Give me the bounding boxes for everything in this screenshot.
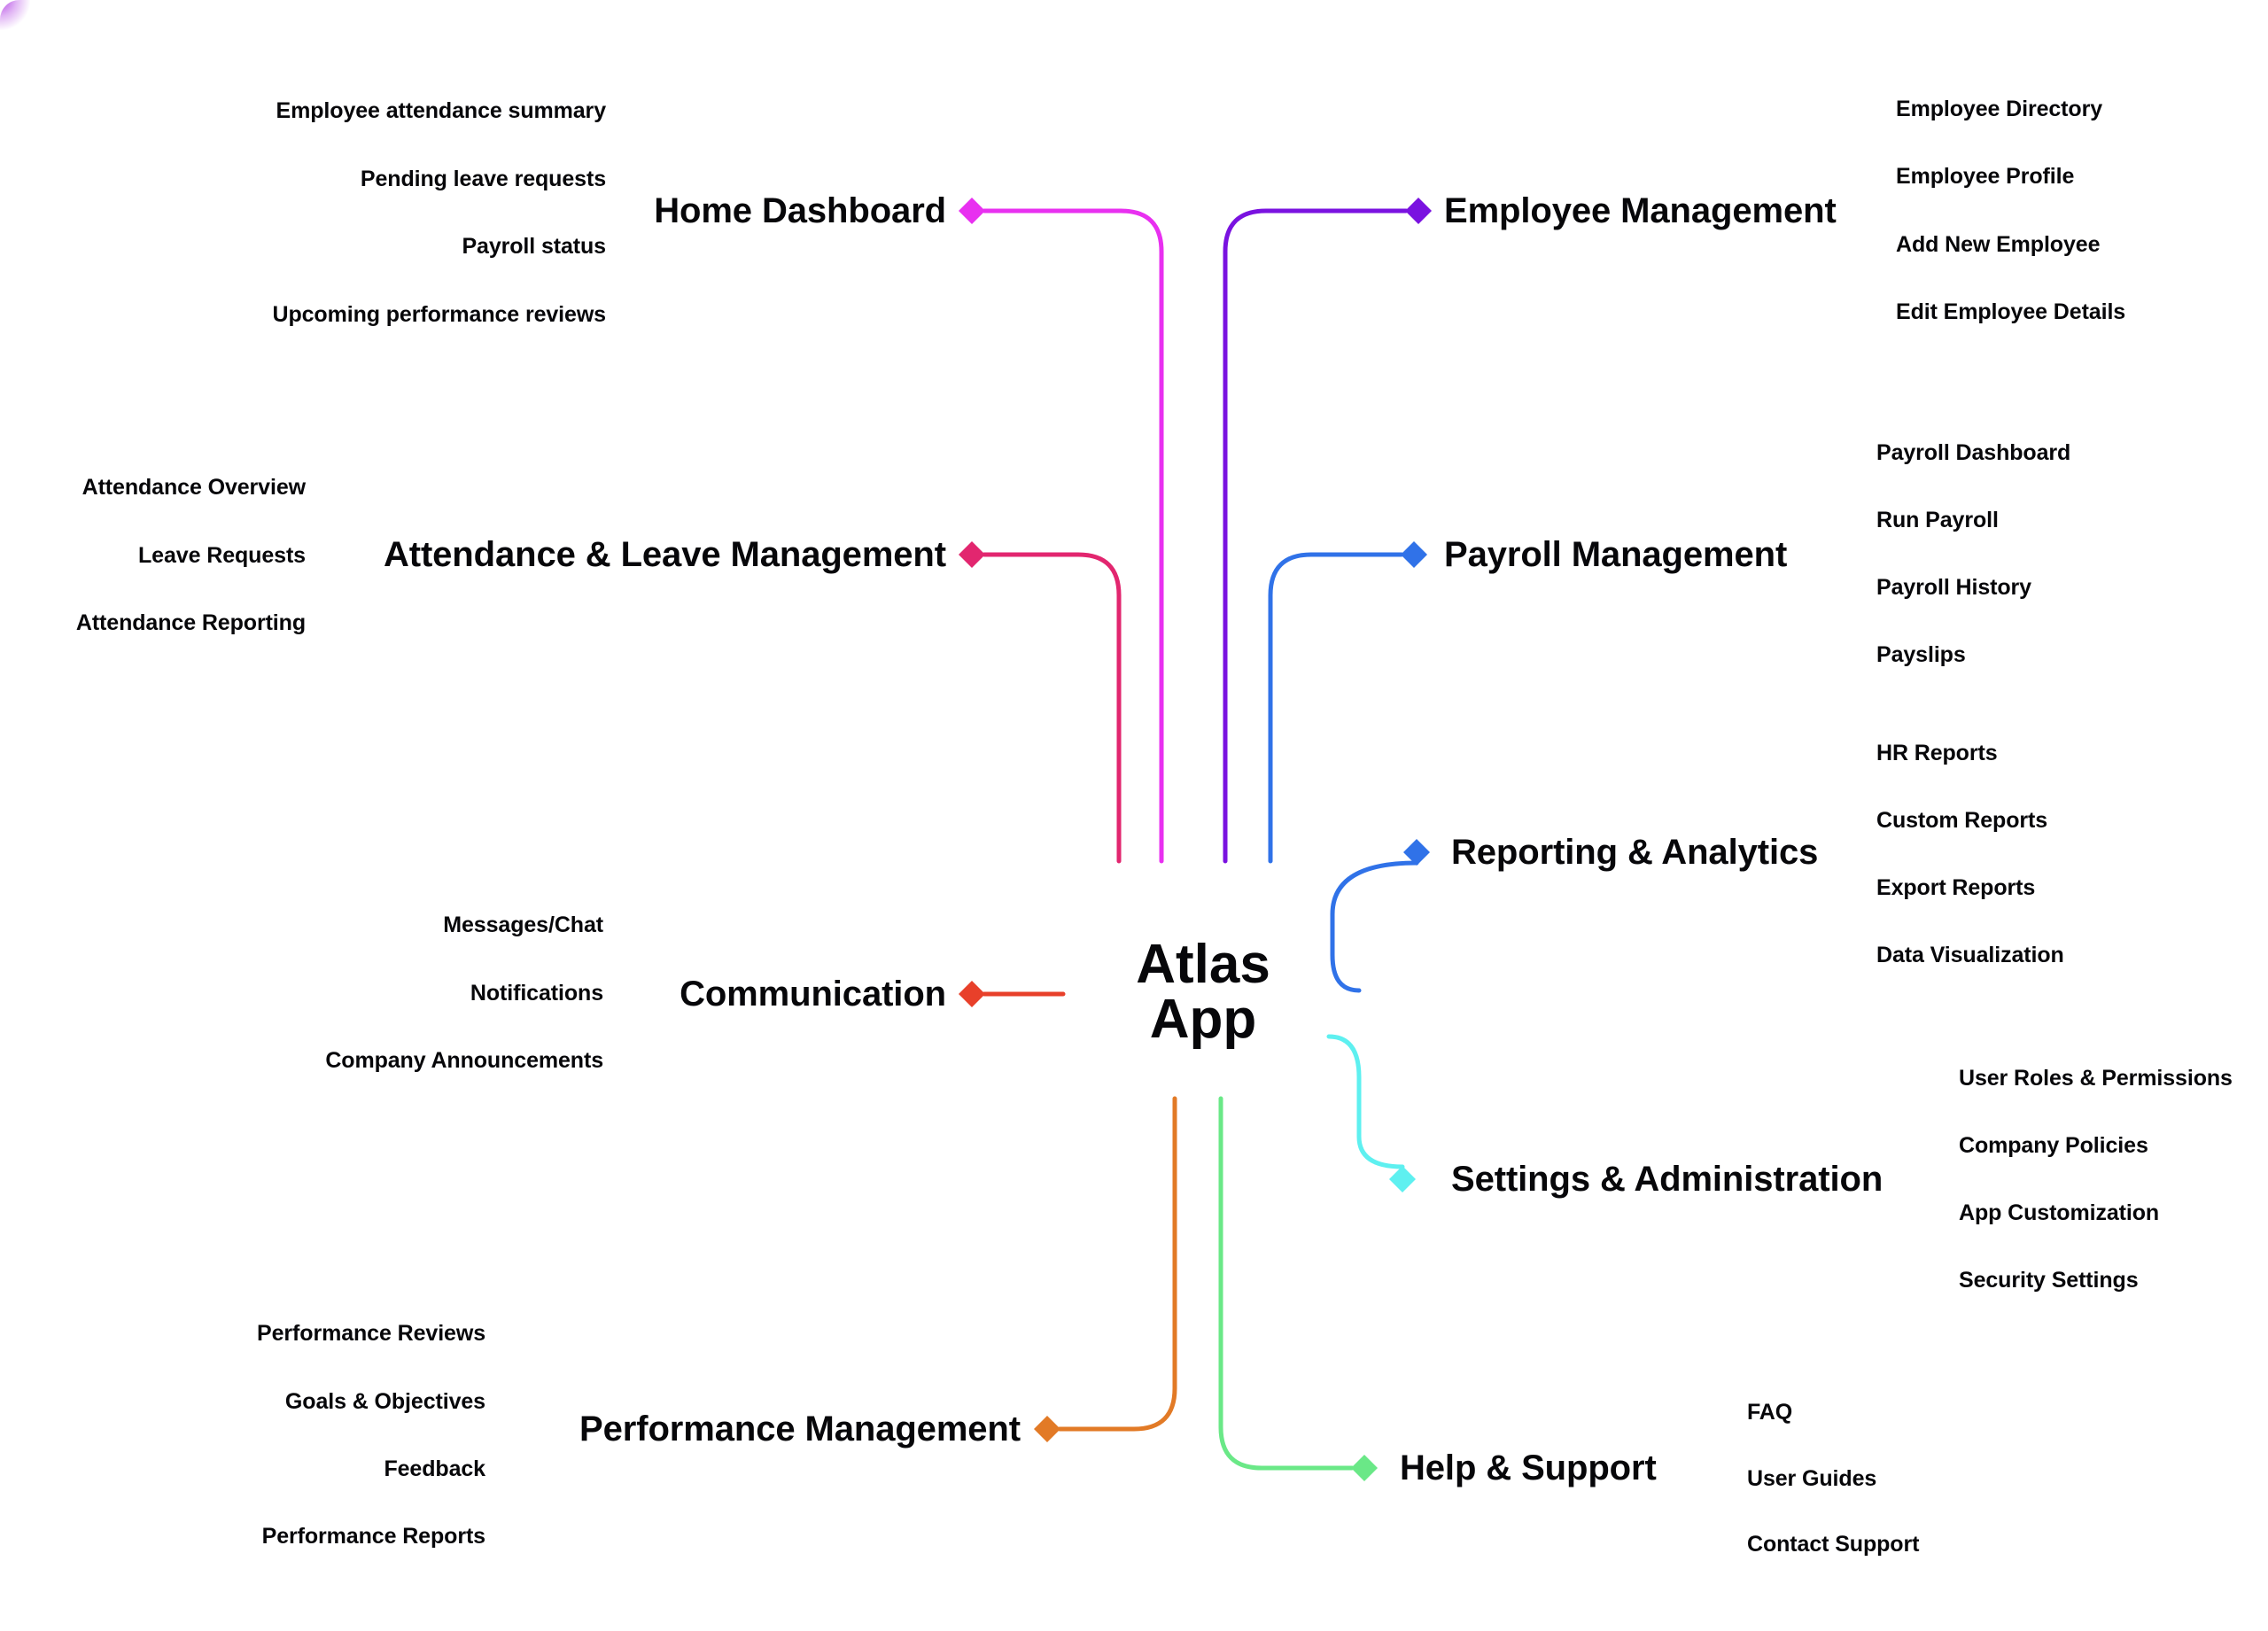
leaf-label-reporting-analytics-0[interactable]: HR Reports (1876, 742, 1998, 765)
leaf-label-home-dashboard-1[interactable]: Pending leave requests (361, 167, 606, 191)
branch-label-employee-management[interactable]: Employee Management (1444, 192, 1837, 229)
branch-marker-settings-administration[interactable] (1389, 1166, 1416, 1192)
leaf-label-reporting-analytics-2[interactable]: Export Reports (1876, 876, 2035, 900)
leaf-label-help-support-2[interactable]: Contact Support (1747, 1533, 1919, 1557)
branch-label-reporting-analytics[interactable]: Reporting & Analytics (1451, 834, 1818, 871)
branch-label-payroll-management[interactable]: Payroll Management (1444, 536, 1787, 573)
branch-label-attendance-leave-management[interactable]: Attendance & Leave Management (384, 536, 946, 573)
marker-layer (959, 198, 1432, 1481)
branch-marker-help-support[interactable] (1351, 1455, 1378, 1481)
leaf-label-payroll-management-3[interactable]: Payslips (1876, 643, 1966, 667)
connector-layer (982, 208, 1419, 1471)
connector-home-dashboard (982, 208, 1164, 864)
branch-label-help-support[interactable]: Help & Support (1400, 1449, 1657, 1487)
leaf-label-employee-management-2[interactable]: Add New Employee (1896, 233, 2101, 257)
branch-marker-attendance-leave-management[interactable] (959, 541, 985, 568)
branch-marker-payroll-management[interactable] (1401, 541, 1427, 568)
leaf-label-help-support-0[interactable]: FAQ (1747, 1401, 1792, 1425)
leaf-label-settings-administration-1[interactable]: Company Policies (1959, 1134, 2148, 1158)
branch-marker-performance-management[interactable] (1034, 1416, 1060, 1442)
leaf-label-payroll-management-0[interactable]: Payroll Dashboard (1876, 441, 2070, 465)
branch-label-communication[interactable]: Communication (680, 975, 946, 1013)
connector-employee-management (1223, 208, 1409, 864)
branch-marker-home-dashboard[interactable] (959, 198, 985, 224)
leaf-label-employee-management-1[interactable]: Employee Profile (1896, 165, 2074, 189)
root-label-line1: Atlas (1136, 934, 1270, 995)
leaf-label-payroll-management-1[interactable]: Run Payroll (1876, 509, 1999, 532)
leaf-label-performance-management-3[interactable]: Performance Reports (262, 1525, 485, 1549)
connector-payroll-management (1268, 552, 1404, 864)
connector-help-support (1218, 1096, 1355, 1471)
leaf-label-communication-1[interactable]: Notifications (470, 982, 603, 1006)
leaf-label-payroll-management-2[interactable]: Payroll History (1876, 576, 2031, 600)
root-label-line2: App (1149, 989, 1257, 1050)
leaf-label-employee-management-3[interactable]: Edit Employee Details (1896, 300, 2125, 324)
leaf-label-employee-management-0[interactable]: Employee Directory (1896, 97, 2102, 121)
leaf-label-attendance-leave-management-0[interactable]: Attendance Overview (82, 476, 306, 500)
connector-settings-administration (1326, 1034, 1405, 1169)
connector-attendance-leave-management (982, 552, 1122, 864)
leaf-label-help-support-1[interactable]: User Guides (1747, 1467, 1876, 1491)
branch-marker-communication[interactable] (959, 981, 985, 1007)
leaf-label-reporting-analytics-1[interactable]: Custom Reports (1876, 809, 2047, 833)
leaf-label-performance-management-2[interactable]: Feedback (384, 1457, 485, 1481)
leaf-label-attendance-leave-management-2[interactable]: Attendance Reporting (76, 611, 306, 635)
leaf-label-reporting-analytics-3[interactable]: Data Visualization (1876, 944, 2064, 967)
root-node[interactable]: Atlas App (1136, 937, 1270, 1047)
leaf-label-home-dashboard-3[interactable]: Upcoming performance reviews (273, 303, 607, 327)
leaf-label-home-dashboard-0[interactable]: Employee attendance summary (276, 99, 607, 123)
connector-reporting-analytics (1330, 860, 1419, 993)
leaf-label-attendance-leave-management-1[interactable]: Leave Requests (138, 544, 306, 568)
leaf-label-settings-administration-2[interactable]: App Customization (1959, 1201, 2159, 1225)
branch-marker-employee-management[interactable] (1405, 198, 1432, 224)
leaf-label-performance-management-1[interactable]: Goals & Objectives (285, 1390, 485, 1414)
leaf-label-performance-management-0[interactable]: Performance Reviews (257, 1322, 485, 1346)
branch-label-performance-management[interactable]: Performance Management (579, 1410, 1021, 1448)
leaf-label-home-dashboard-2[interactable]: Payroll status (462, 235, 606, 259)
mindmap-canvas: Home Dashboard Employee attendance summar… (0, 0, 2268, 1631)
leaf-label-settings-administration-3[interactable]: Security Settings (1959, 1269, 2139, 1293)
branch-label-home-dashboard[interactable]: Home Dashboard (654, 192, 946, 229)
leaf-label-communication-0[interactable]: Messages/Chat (443, 913, 603, 937)
connector-performance-management (1057, 1096, 1177, 1432)
leaf-label-settings-administration-0[interactable]: User Roles & Permissions (1959, 1067, 2233, 1091)
leaf-label-communication-2[interactable]: Company Announcements (325, 1049, 603, 1073)
branch-label-settings-administration[interactable]: Settings & Administration (1451, 1161, 1883, 1198)
